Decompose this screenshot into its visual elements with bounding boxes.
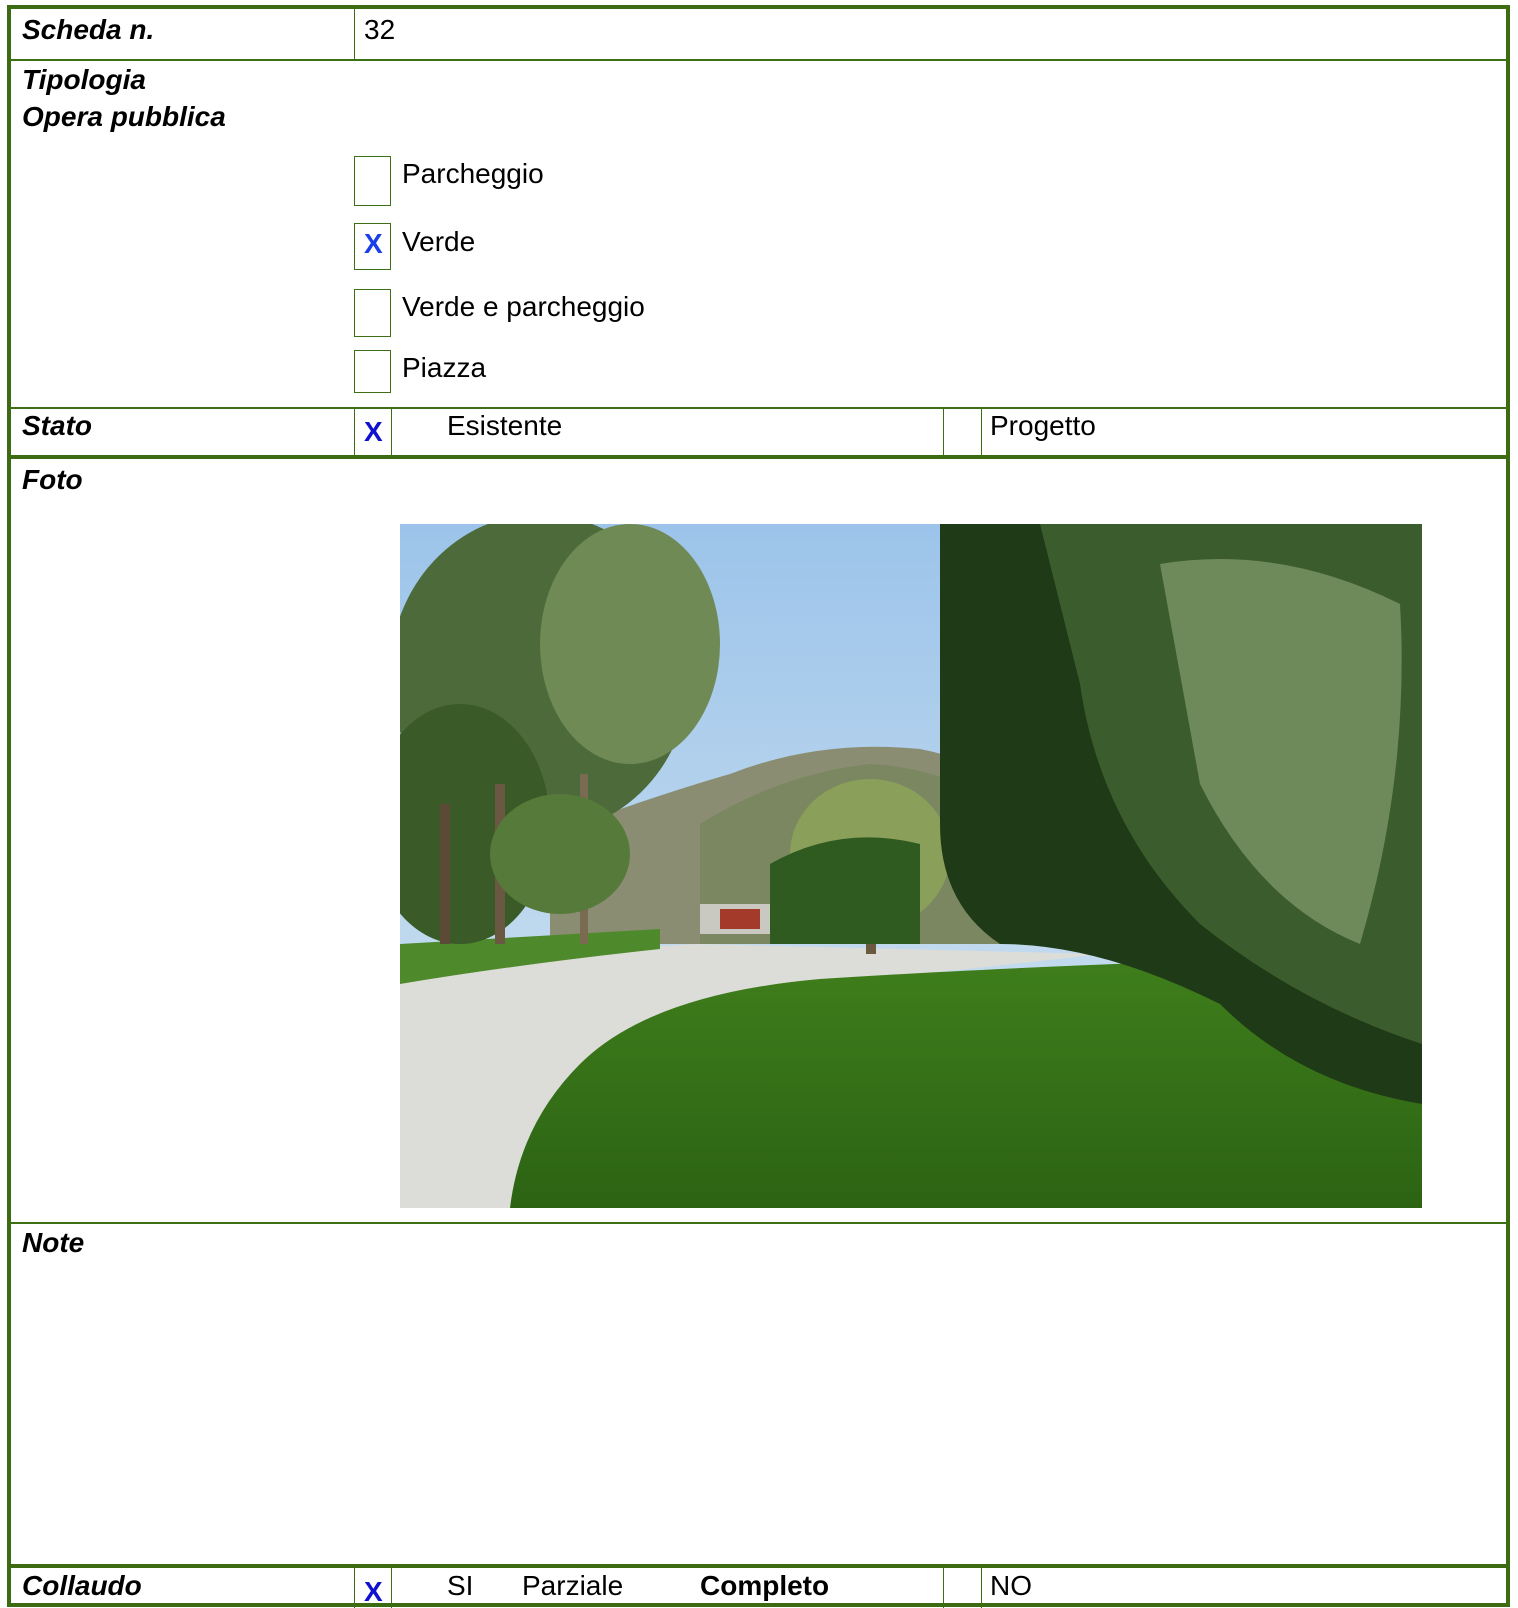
column-divider (354, 1568, 355, 1608)
collaudo-label: Collaudo (22, 1570, 142, 1601)
column-divider (943, 1568, 944, 1608)
option-piazza-label: Piazza (402, 352, 487, 383)
column-divider (354, 5, 355, 59)
collaudo-no-label: NO (990, 1570, 1032, 1601)
collaudo-parziale-label: Parziale (522, 1570, 624, 1601)
checkbox-piazza[interactable] (354, 350, 391, 393)
column-divider (981, 1568, 982, 1608)
option-verde-label: Verde (402, 226, 476, 257)
checkbox-parcheggio[interactable] (354, 156, 391, 206)
scheda-number[interactable]: 32 (364, 14, 395, 46)
column-divider (981, 409, 982, 457)
stato-esistente-mark[interactable]: X (364, 416, 383, 448)
note-label: Note (22, 1227, 85, 1258)
column-divider (943, 409, 944, 457)
divider (9, 59, 1509, 61)
column-divider (391, 409, 392, 457)
divider (9, 1564, 1509, 1568)
site-photo (400, 524, 1422, 1208)
stato-esistente-label: Esistente (447, 410, 563, 441)
foto-label: Foto (22, 464, 83, 495)
column-divider (391, 1568, 392, 1608)
stato-progetto-label: Progetto (990, 410, 1096, 441)
stato-label: Stato (22, 410, 92, 441)
collaudo-si-label: SI (447, 1570, 474, 1601)
tipologia-label: Tipologia (22, 64, 146, 95)
checkbox-verde-mark: X (364, 228, 383, 259)
option-verde-e-parcheggio-label: Verde e parcheggio (402, 291, 645, 322)
divider (9, 455, 1509, 459)
collaudo-si-mark[interactable]: X (364, 1576, 383, 1608)
divider (9, 407, 1509, 409)
option-parcheggio-label: Parcheggio (402, 158, 544, 189)
column-divider (354, 409, 355, 457)
opera-pubblica-label: Opera pubblica (22, 101, 226, 132)
collaudo-completo-label: Completo (700, 1570, 830, 1601)
scheda-label: Scheda n. (22, 14, 155, 45)
divider (9, 1222, 1509, 1224)
checkbox-verde-e-parcheggio[interactable] (354, 289, 391, 337)
